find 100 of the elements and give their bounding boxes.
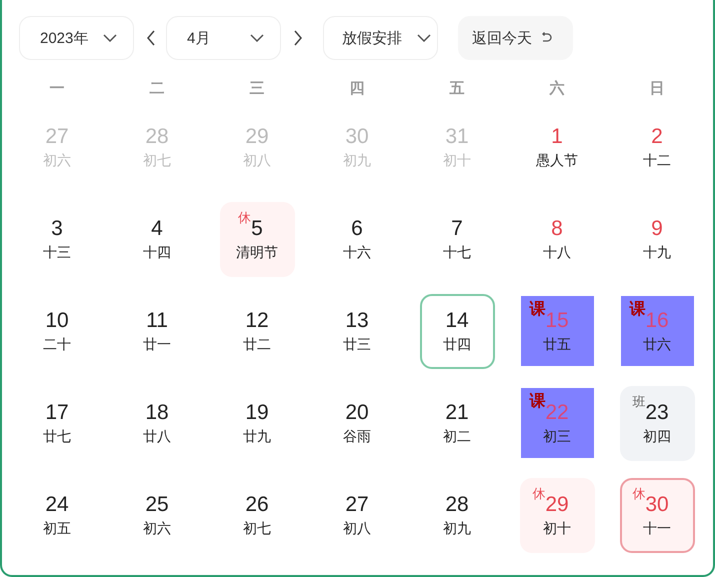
day-number: 5	[251, 216, 263, 240]
day-number: 27	[45, 124, 69, 148]
month-select[interactable]: 4月	[166, 16, 281, 60]
weekday-label: 二	[148, 79, 166, 99]
day-cell[interactable]: 3 十三	[20, 202, 94, 276]
weekday-label: 三	[248, 79, 266, 99]
lunar-date: 初六	[143, 520, 171, 538]
lunar-date: 十七	[443, 244, 471, 262]
day-cell[interactable]: 20 谷雨	[320, 386, 394, 460]
day-cell[interactable]: 24 初五	[20, 478, 94, 552]
day-number: 28	[145, 124, 169, 148]
lunar-date: 清明节	[236, 244, 278, 262]
day-number: 29	[545, 492, 569, 516]
day-number: 3	[51, 216, 63, 240]
lunar-date: 廿一	[143, 336, 171, 354]
day-number: 1	[551, 124, 563, 148]
chevron-down-icon	[103, 34, 117, 42]
day-number: 26	[245, 492, 269, 516]
lunar-date: 初五	[43, 520, 71, 538]
day-number: 14	[445, 308, 469, 332]
day-number: 12	[245, 308, 269, 332]
lunar-date: 廿六	[643, 336, 671, 354]
weekday-label: 日	[648, 79, 666, 99]
lunar-date: 廿九	[243, 428, 271, 446]
weekday-label: 一	[48, 79, 66, 99]
day-tag-label: 课	[529, 392, 546, 412]
lunar-date: 廿四	[443, 336, 471, 354]
day-cell[interactable]: 4 十四	[120, 202, 194, 276]
day-number: 2	[651, 124, 663, 148]
chevron-right-icon[interactable]	[293, 30, 303, 46]
lunar-date: 初十	[443, 152, 471, 170]
today-button[interactable]: 返回今天	[458, 16, 573, 60]
day-cell[interactable]: 28 初九	[420, 478, 494, 552]
day-cell[interactable]: 6 十六	[320, 202, 394, 276]
day-cell[interactable]: 19 廿九	[220, 386, 294, 460]
day-tag-label: 休	[238, 208, 252, 226]
day-cell[interactable]: 27 初八	[320, 478, 394, 552]
lunar-date: 十四	[143, 244, 171, 262]
lunar-date: 初二	[443, 428, 471, 446]
chevron-left-icon[interactable]	[146, 30, 156, 46]
day-cell[interactable]: 1 愚人节	[520, 110, 594, 184]
day-number: 23	[645, 400, 669, 424]
lunar-date: 初三	[543, 428, 571, 446]
day-cell[interactable]: 11 廿一	[120, 294, 194, 368]
lunar-date: 廿五	[543, 336, 571, 354]
day-number: 9	[651, 216, 663, 240]
day-tag-label: 班	[632, 392, 646, 410]
lunar-date: 廿七	[43, 428, 71, 446]
lunar-date: 廿二	[243, 336, 271, 354]
lunar-date: 初八	[243, 152, 271, 170]
day-tag-label: 休	[532, 484, 546, 502]
day-number: 7	[451, 216, 463, 240]
day-tag-label: 课	[529, 300, 546, 320]
day-number: 30	[645, 492, 669, 516]
day-cell[interactable]: 18 廿八	[120, 386, 194, 460]
day-number: 10	[45, 308, 69, 332]
holiday-select[interactable]: 放假安排	[323, 16, 438, 60]
day-number: 19	[245, 400, 269, 424]
lunar-date: 十三	[43, 244, 71, 262]
day-number: 29	[245, 124, 269, 148]
day-cell[interactable]: 2 十二	[620, 110, 694, 184]
lunar-date: 初七	[243, 520, 271, 538]
day-number: 15	[545, 308, 569, 332]
lunar-date: 十八	[543, 244, 571, 262]
lunar-date: 二十	[43, 336, 71, 354]
lunar-date: 初七	[143, 152, 171, 170]
day-number: 4	[151, 216, 163, 240]
weekday-label: 五	[448, 79, 466, 99]
lunar-date: 初四	[643, 428, 671, 446]
day-number: 17	[45, 400, 69, 424]
day-number: 31	[445, 124, 469, 148]
lunar-date: 十一	[643, 520, 671, 538]
day-cell[interactable]: 17 廿七	[20, 386, 94, 460]
year-select[interactable]: 2023年	[19, 16, 134, 60]
day-cell[interactable]: 10 二十	[20, 294, 94, 368]
day-number: 22	[545, 400, 569, 424]
lunar-date: 初十	[543, 520, 571, 538]
undo-icon	[540, 32, 552, 44]
day-cell[interactable]: 14 廿四	[420, 294, 494, 368]
lunar-date: 谷雨	[343, 428, 371, 446]
weekday-label: 六	[548, 79, 566, 99]
day-cell[interactable]: 7 十七	[420, 202, 494, 276]
day-cell[interactable]: 25 初六	[120, 478, 194, 552]
day-number: 20	[345, 400, 369, 424]
day-cell[interactable]: 12 廿二	[220, 294, 294, 368]
day-cell[interactable]: 26 初七	[220, 478, 294, 552]
day-number: 6	[351, 216, 363, 240]
day-cell[interactable]: 21 初二	[420, 386, 494, 460]
day-number: 21	[445, 400, 469, 424]
day-tag-label: 休	[632, 484, 646, 502]
day-number: 30	[345, 124, 369, 148]
day-number: 28	[445, 492, 469, 516]
day-cell[interactable]: 13 廿三	[320, 294, 394, 368]
day-number: 27	[345, 492, 369, 516]
day-number: 25	[145, 492, 169, 516]
lunar-date: 愚人节	[536, 152, 578, 170]
lunar-date: 十六	[343, 244, 371, 262]
day-cell[interactable]: 9 十九	[620, 202, 694, 276]
weekday-label: 四	[348, 79, 366, 99]
day-cell[interactable]: 8 十八	[520, 202, 594, 276]
